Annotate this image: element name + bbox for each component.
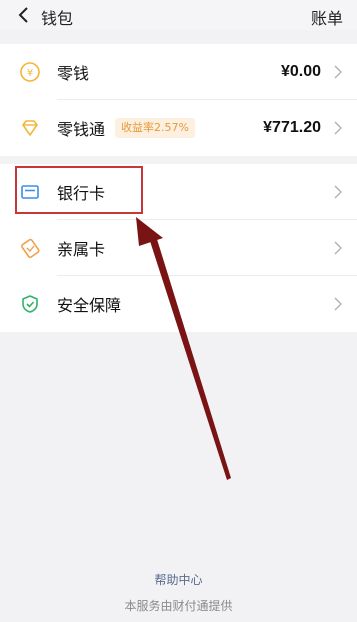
change-value: ¥0.00 <box>280 63 321 80</box>
yield-rate-badge: 收益率2.57% <box>115 118 195 138</box>
help-center-link[interactable]: 帮助中心 <box>0 571 357 588</box>
chevron-right-icon <box>333 185 343 199</box>
provider-text: 本服务由财付通提供 <box>124 599 233 613</box>
diamond-icon <box>19 117 41 139</box>
savings-row[interactable]: 零钱通 收益率2.57% ¥771.20 <box>0 100 357 156</box>
chevron-left-icon <box>18 7 28 23</box>
family-card-icon <box>19 237 41 259</box>
chevron-right-icon <box>333 241 343 255</box>
top-bar: 钱包 账单 <box>0 0 357 30</box>
wallet-balance-card: ¥ 零钱 ¥0.00 零钱通 收益率2.57% ¥771.20 <box>0 44 357 156</box>
security-label: 安全保障 <box>57 296 122 315</box>
savings-value: ¥771.20 <box>263 119 321 136</box>
security-row[interactable]: 安全保障 <box>0 276 357 332</box>
shield-icon <box>19 293 41 315</box>
change-row[interactable]: ¥ 零钱 ¥0.00 <box>0 44 357 100</box>
yuan-coin-icon: ¥ <box>19 61 41 83</box>
family-card-row[interactable]: 亲属卡 <box>0 220 357 276</box>
savings-label: 零钱通 <box>57 120 106 139</box>
family-card-label: 亲属卡 <box>57 240 106 259</box>
change-label: 零钱 <box>57 64 90 83</box>
bill-button[interactable]: 账单 <box>311 5 343 29</box>
chevron-right-icon <box>333 65 343 79</box>
chevron-right-icon <box>333 121 343 135</box>
highlight-box <box>15 166 143 214</box>
chevron-right-icon <box>333 297 343 311</box>
page-title: 钱包 <box>41 9 74 28</box>
svg-text:¥: ¥ <box>27 68 33 79</box>
back-button[interactable] <box>12 3 34 27</box>
